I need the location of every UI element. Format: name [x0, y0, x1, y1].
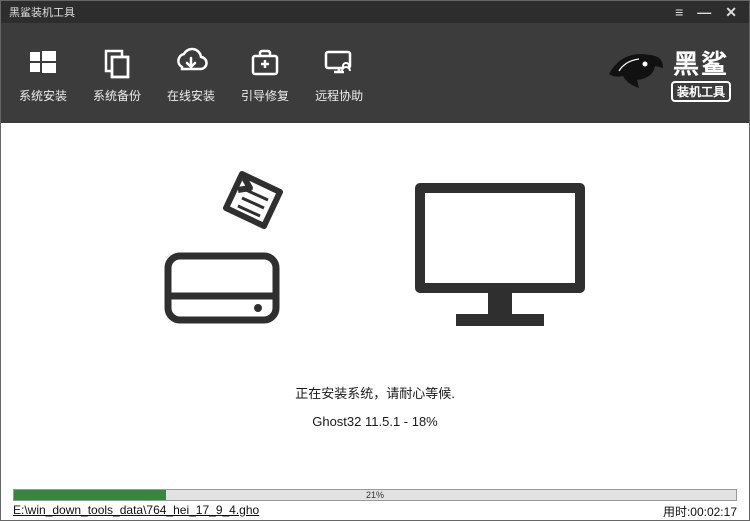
brand-text: 黑鲨 装机工具 — [671, 44, 731, 102]
footer-row: E:\win_down_tools_data\764_hei_17_9_4.gh… — [13, 503, 737, 520]
tab-system-backup[interactable]: 系统备份 — [93, 43, 141, 104]
progress-area: 21% E:\win_down_tools_data\764_hei_17_9_… — [1, 489, 749, 520]
close-icon[interactable]: ✕ — [725, 5, 737, 19]
header: 系统安装 系统备份 在线安装 引导修复 远程协助 — [1, 23, 749, 123]
elapsed-time: 用时:00:02:17 — [663, 503, 737, 520]
tab-label: 系统备份 — [93, 87, 141, 104]
progress-fill — [14, 490, 166, 500]
tab-boot-repair[interactable]: 引导修复 — [241, 43, 289, 104]
cloud-download-icon — [172, 43, 210, 81]
brand-subtitle: 装机工具 — [671, 81, 731, 102]
tab-label: 引导修复 — [241, 87, 289, 104]
tab-strip: 系统安装 系统备份 在线安装 引导修复 远程协助 — [19, 43, 363, 104]
tab-online-install[interactable]: 在线安装 — [167, 43, 215, 104]
minimize-icon[interactable]: — — [697, 5, 711, 19]
brand-logo: 黑鲨 装机工具 — [605, 44, 731, 103]
disk-file-icon — [160, 168, 300, 343]
file-path[interactable]: E:\win_down_tools_data\764_hei_17_9_4.gh… — [13, 503, 259, 520]
main-content: 正在安装系统，请耐心等候. Ghost32 11.5.1 - 18% — [1, 123, 749, 461]
tab-label: 在线安装 — [167, 87, 215, 104]
progress-bar: 21% — [13, 489, 737, 501]
window-controls: ≡ — ✕ — [675, 5, 737, 19]
monitor-icon — [410, 178, 590, 343]
status-message-1: 正在安装系统，请耐心等候. — [295, 383, 455, 402]
title-bar: 黑鲨装机工具 ≡ — ✕ — [1, 1, 749, 23]
tab-remote-assist[interactable]: 远程协助 — [315, 43, 363, 104]
progress-percent-label: 21% — [366, 490, 384, 500]
illustration — [160, 163, 590, 343]
copy-icon — [98, 43, 136, 81]
tab-label: 远程协助 — [315, 87, 363, 104]
status-message-2: Ghost32 11.5.1 - 18% — [312, 414, 438, 429]
firstaid-icon — [246, 43, 284, 81]
windows-icon — [24, 43, 62, 81]
brand-name: 黑鲨 — [673, 44, 729, 81]
tab-system-install[interactable]: 系统安装 — [19, 43, 67, 104]
app-title: 黑鲨装机工具 — [9, 4, 75, 20]
shark-icon — [605, 44, 667, 103]
remote-icon — [320, 43, 358, 81]
tab-label: 系统安装 — [19, 87, 67, 104]
menu-icon[interactable]: ≡ — [675, 5, 683, 19]
